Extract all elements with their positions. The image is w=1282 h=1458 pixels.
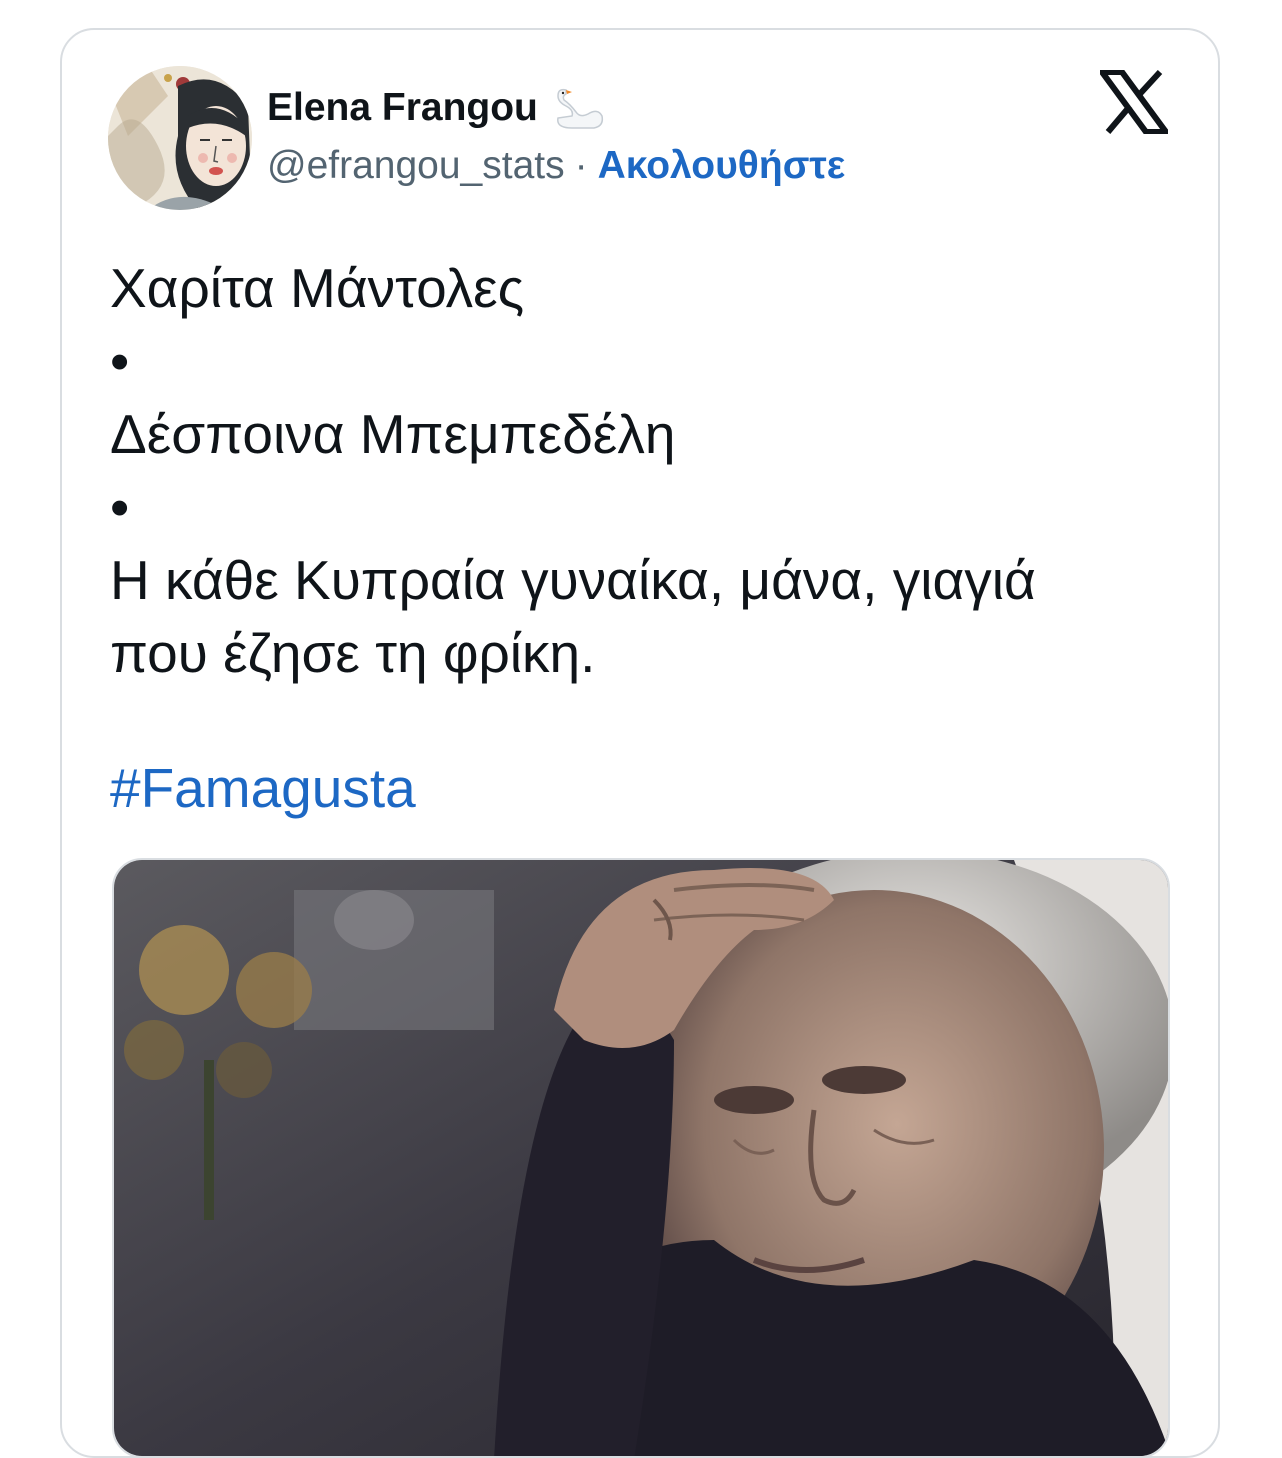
separator-dot: · [574,144,588,187]
author-handle[interactable]: @efrangou_stats [267,144,565,188]
avatar[interactable] [108,66,252,210]
tweet-line: Χαρίτα Μάντολες [110,257,525,319]
x-logo-icon[interactable] [1100,70,1168,134]
tweet-line: Δέσποινα Μπεμπεδέλη [110,403,676,465]
tweet-line: που έζησε τη φρίκη. [110,622,596,684]
photo-elderly-woman [114,860,1168,1456]
tweet-text: Χαρίτα Μάντολες • Δέσποινα Μπεμπεδέλη • … [110,252,1036,690]
hashtag-link[interactable]: #Famagusta [110,756,416,820]
author-name-row[interactable]: Elena Frangou [267,84,606,132]
avatar-illustration [108,66,252,210]
tweet-line: • [110,330,130,392]
tweet-line: Η κάθε Κυπραία γυναίκα, μάνα, γιαγιά [110,549,1036,611]
author-name[interactable]: Elena Frangou [267,86,538,130]
follow-button[interactable]: Ακολουθήστε [598,144,846,188]
author-handle-row: @efrangou_stats · Ακολουθήστε [267,144,845,188]
tweet-photo[interactable] [112,858,1170,1458]
tweet-line: • [110,476,130,538]
swan-icon [556,88,603,129]
